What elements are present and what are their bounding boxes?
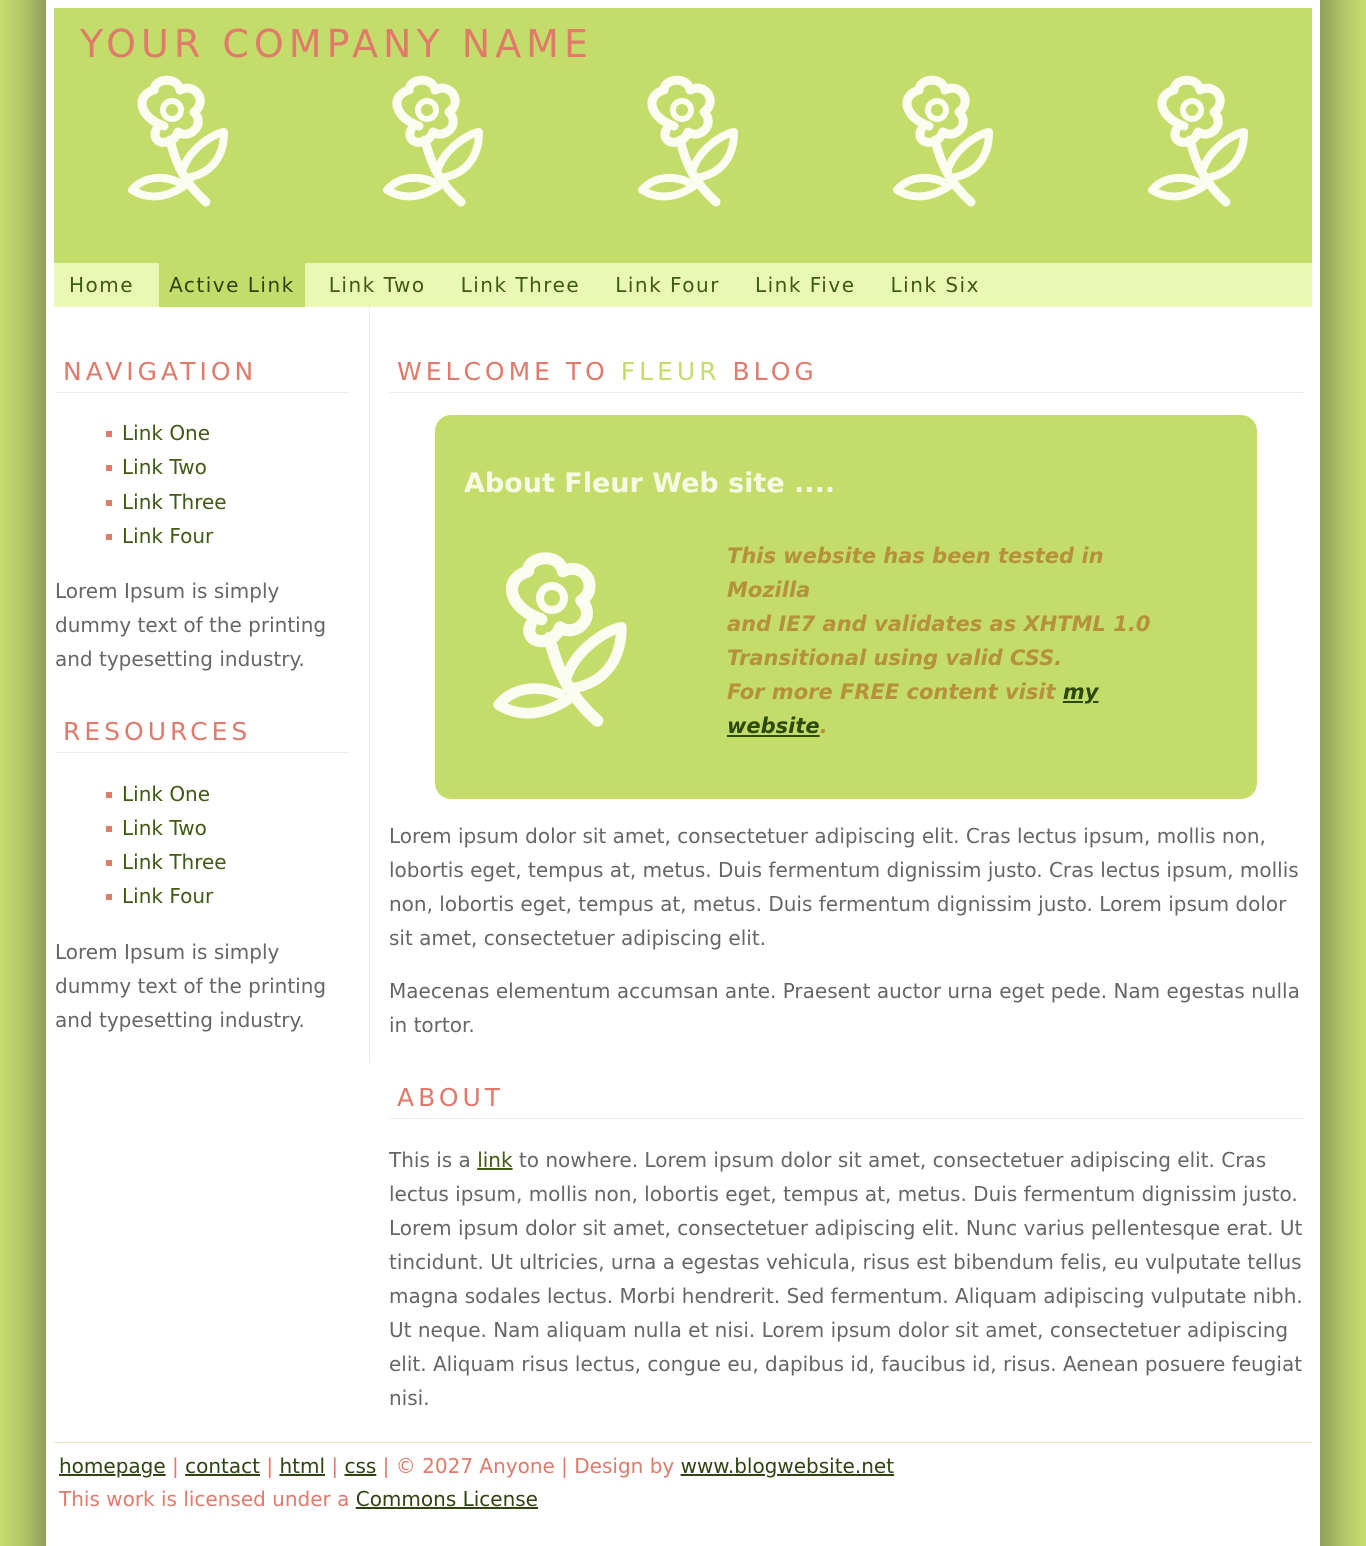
footer-license-line: This work is licensed under a Commons Li… [54,1483,1312,1516]
list-item[interactable]: Link Four [105,524,213,548]
about-paragraph: This is a link to nowhere. Lorem ipsum d… [389,1143,1305,1415]
welcome-prefix: WELCOME TO [397,357,609,386]
nav-link-six[interactable]: Link Six [880,263,991,307]
nav-link-three[interactable]: Link Three [450,263,592,307]
sidebar-link[interactable]: Link Four [122,524,213,548]
company-name: YOUR COMPANY NAME [80,22,593,66]
footer-html-link[interactable]: html [279,1454,325,1478]
footer-separator: | [266,1454,274,1478]
flower-icon [1140,74,1250,209]
footer-license-link[interactable]: Commons License [356,1487,538,1511]
list-item[interactable]: Link Three [106,850,227,874]
flower-icon [630,74,740,209]
footer-separator: | [382,1454,390,1478]
footer-copyright: © 2027 Anyone [395,1454,555,1478]
about-rest: to nowhere. Lorem ipsum dolor sit amet, … [389,1148,1303,1410]
about-heading: ABOUT [389,1083,1303,1119]
welcome-suffix: BLOG [732,357,818,386]
footer-design-link[interactable]: www.blogwebsite.net [681,1454,894,1478]
note-more: For more FREE content visit my website. [727,675,1187,743]
list-item[interactable]: Link Four [105,884,213,908]
flower-icon [375,74,485,209]
navigation-text: Lorem Ipsum is simply dummy text of the … [55,579,327,671]
note-more-text: For more FREE content visit [727,680,1056,704]
about-box-title: About Fleur Web site .... [464,468,836,499]
sidebar-link[interactable]: Link Three [122,490,227,514]
nav-link-five[interactable]: Link Five [744,263,867,307]
footer-design-by: Design by [574,1454,675,1478]
nav-link-two[interactable]: Link Two [318,263,437,307]
list-item[interactable]: Link One [105,782,210,806]
site-footer: homepage | contact | html | css | © 2027… [54,1442,1312,1516]
footer-links-line: homepage | contact | html | css | © 2027… [54,1450,1312,1483]
nav-link-four[interactable]: Link Four [604,263,731,307]
footer-homepage-link[interactable]: homepage [59,1454,166,1478]
note-line: Transitional using valid CSS. [727,646,1063,670]
nav-home[interactable]: Home [54,263,145,307]
site-header: YOUR COMPANY NAME [54,8,1312,263]
note-line: and IE7 and validates as XHTML 1.0 [727,612,1151,636]
footer-contact-link[interactable]: contact [185,1454,260,1478]
footer-license-text: This work is licensed under a [59,1487,350,1511]
nowhere-link[interactable]: link [477,1148,512,1172]
footer-separator: | [331,1454,339,1478]
sidebar-link[interactable]: Link One [122,421,210,445]
sidebar-link[interactable]: Link Two [122,816,207,840]
list-item[interactable]: Link Three [106,490,227,514]
list-item[interactable]: Link One [105,421,210,445]
sidebar: NAVIGATION Link One Link Two Link Three … [54,307,370,1063]
sidebar-link[interactable]: Link Three [122,850,227,874]
nav-active-link[interactable]: Active Link [159,263,305,307]
resources-heading: RESOURCES [55,717,349,753]
sidebar-link[interactable]: Link One [122,782,210,806]
welcome-highlight: FLEUR [620,357,721,386]
flower-icon [885,74,995,209]
sidebar-link[interactable]: Link Four [122,884,213,908]
navigation-heading: NAVIGATION [55,357,349,393]
main-nav: Home Active Link Link Two Link Three Lin… [54,263,1312,307]
list-item[interactable]: Link Two [106,816,207,840]
list-item[interactable]: Link Two [106,455,207,479]
secondary-paragraph: Maecenas elementum accumsan ante. Praese… [389,979,1300,1037]
about-box-note: This website has been tested in Mozilla … [727,539,1187,743]
about-prefix: This is a [389,1148,471,1172]
footer-separator: | [561,1454,568,1478]
resources-text: Lorem Ipsum is simply dummy text of the … [55,940,327,1032]
note-line: This website has been tested in Mozilla [727,544,1104,602]
note-end: . [819,714,828,738]
about-box: About Fleur Web site .... This website h… [435,415,1257,799]
footer-separator: | [172,1454,179,1478]
welcome-heading: WELCOME TO FLEUR BLOG [389,357,1303,393]
flower-icon [481,550,631,730]
flower-icon [120,74,230,209]
sidebar-link[interactable]: Link Two [122,455,207,479]
page-container: YOUR COMPANY NAME Home Active Link Link … [46,0,1320,1546]
intro-paragraph: Lorem ipsum dolor sit amet, consectetuer… [389,824,1299,950]
footer-css-link[interactable]: css [344,1454,376,1478]
